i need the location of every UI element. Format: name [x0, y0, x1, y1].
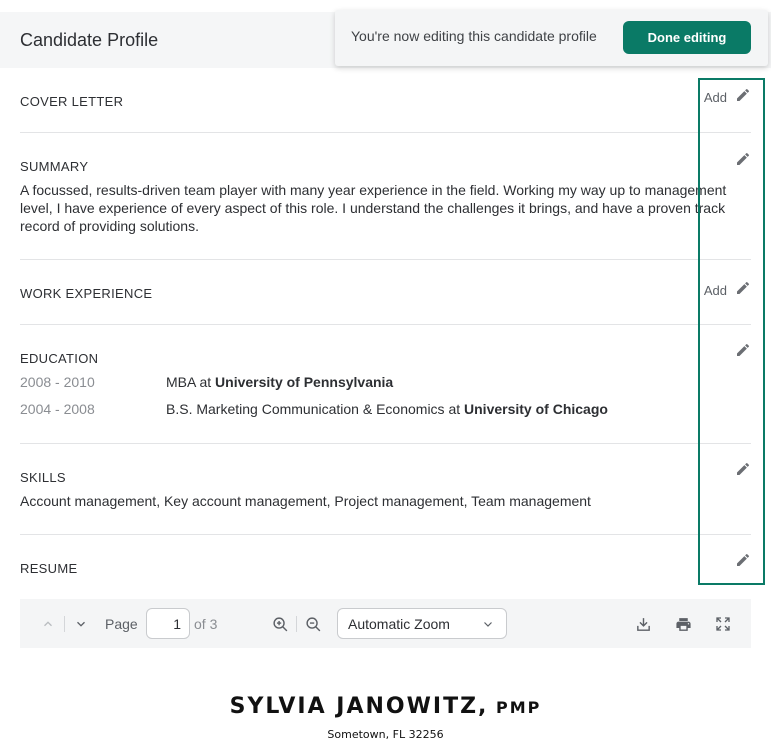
resume-candidate-name: SYLVIA JANOWITZ, PMP [0, 694, 771, 719]
pencil-icon[interactable] [735, 87, 751, 103]
pencil-icon[interactable] [735, 461, 751, 477]
download-icon[interactable] [635, 616, 652, 633]
summary-edit-action[interactable] [735, 151, 751, 167]
section-title: RESUME [20, 561, 78, 576]
print-button[interactable] [674, 615, 692, 633]
section-title: SUMMARY [20, 159, 89, 174]
education-school: University of Pennsylvania [215, 374, 394, 390]
zoom-out-button[interactable] [304, 615, 322, 633]
resume-address: Sometown, FL 32256 [327, 728, 444, 741]
education-school: University of Chicago [464, 401, 608, 417]
pdf-toolbar: Page of 3 Automatic Zoom [20, 599, 751, 648]
section-education: EDUCATION 2008 - 2010 MBA at University … [20, 325, 751, 444]
education-edit-action[interactable] [735, 342, 751, 358]
candidate-credential: PMP [495, 698, 542, 717]
done-editing-button[interactable]: Done editing [623, 21, 751, 54]
pencil-icon[interactable] [735, 151, 751, 167]
chevron-up-icon[interactable] [41, 617, 55, 631]
education-description: MBA at University of Pennsylvania [166, 374, 393, 390]
resume-edit-action[interactable] [735, 552, 751, 568]
fullscreen-icon[interactable] [715, 616, 731, 632]
zoom-in-icon[interactable] [272, 616, 289, 633]
download-button[interactable] [634, 615, 652, 633]
chevron-down-icon[interactable] [74, 617, 88, 631]
education-years: 2008 - 2010 [20, 374, 95, 390]
add-label[interactable]: Add [704, 90, 727, 105]
toolbar-divider [296, 616, 297, 632]
education-description: B.S. Marketing Communication & Economics… [166, 401, 608, 417]
section-summary: SUMMARY A focussed, results-driven team … [20, 133, 751, 260]
zoom-value: Automatic Zoom [348, 616, 450, 632]
page-label: Page [105, 616, 138, 632]
next-page-button[interactable] [73, 616, 89, 632]
cover-letter-add-action[interactable]: Add [704, 84, 751, 105]
pencil-icon[interactable] [735, 552, 751, 568]
add-label[interactable]: Add [704, 283, 727, 298]
summary-text: A focussed, results-driven team player w… [20, 182, 727, 234]
page-title: Candidate Profile [20, 30, 159, 50]
previous-page-button[interactable] [40, 616, 56, 632]
zoom-out-icon[interactable] [305, 616, 322, 633]
section-work-experience: WORK EXPERIENCE Add [20, 260, 751, 325]
section-cover-letter: COVER LETTER Add [20, 68, 751, 133]
editing-toast: You're now editing this candidate profil… [335, 10, 768, 66]
page-number-input[interactable] [146, 608, 190, 639]
section-skills: SKILLS Account management, Key account m… [20, 444, 751, 535]
chevron-down-icon [484, 622, 492, 627]
section-title: WORK EXPERIENCE [20, 286, 153, 301]
fullscreen-button[interactable] [714, 615, 732, 633]
work-experience-add-action[interactable]: Add [704, 277, 751, 298]
zoom-select[interactable]: Automatic Zoom [337, 608, 507, 639]
toast-message: You're now editing this candidate profil… [351, 28, 597, 44]
pencil-icon[interactable] [735, 342, 751, 358]
skills-edit-action[interactable] [735, 461, 751, 477]
print-icon[interactable] [675, 616, 692, 633]
section-resume: RESUME [20, 535, 751, 595]
skills-text: Account management, Key account manageme… [20, 493, 591, 509]
pencil-icon[interactable] [735, 280, 751, 296]
section-title: COVER LETTER [20, 94, 124, 109]
candidate-name: SYLVIA JANOWITZ, [229, 694, 489, 719]
education-degree: B.S. Marketing Communication & Economics… [166, 401, 465, 417]
page-count-label: of 3 [194, 616, 218, 632]
toolbar-divider [64, 616, 65, 632]
zoom-in-button[interactable] [271, 615, 289, 633]
education-degree: MBA at [166, 374, 216, 390]
section-title: EDUCATION [20, 351, 99, 366]
section-title: SKILLS [20, 470, 66, 485]
education-years: 2004 - 2008 [20, 401, 95, 417]
